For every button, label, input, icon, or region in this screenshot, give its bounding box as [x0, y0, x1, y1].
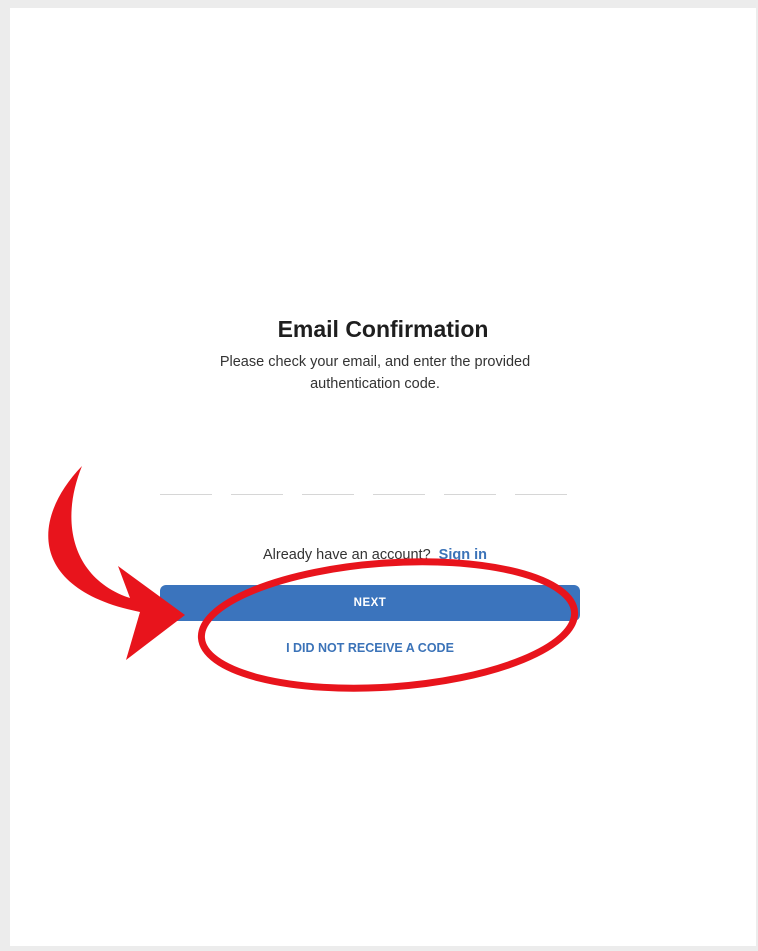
code-digit-5[interactable] — [444, 472, 496, 495]
code-input-group — [160, 472, 568, 496]
screenshot-frame: Email Confirmation Please check your ema… — [0, 0, 758, 951]
signin-link[interactable]: Sign in — [439, 547, 487, 563]
page-title: Email Confirmation — [277, 316, 489, 342]
instructions-text: Please check your email, and enter the p… — [219, 354, 531, 392]
code-digit-3[interactable] — [302, 472, 354, 495]
code-digit-1[interactable] — [160, 472, 212, 495]
code-digit-4[interactable] — [373, 472, 425, 495]
no-code-received-link[interactable]: I DID NOT RECEIVE A CODE — [160, 637, 580, 659]
next-button[interactable]: NEXT — [160, 585, 580, 621]
signin-prompt-row: Already have an account? Sign in — [10, 547, 740, 563]
code-digit-2[interactable] — [231, 472, 283, 495]
signin-prompt-text: Already have an account? — [262, 547, 431, 563]
code-digit-6[interactable] — [515, 472, 567, 495]
email-confirmation-page: Email Confirmation Please check your ema… — [10, 8, 756, 946]
